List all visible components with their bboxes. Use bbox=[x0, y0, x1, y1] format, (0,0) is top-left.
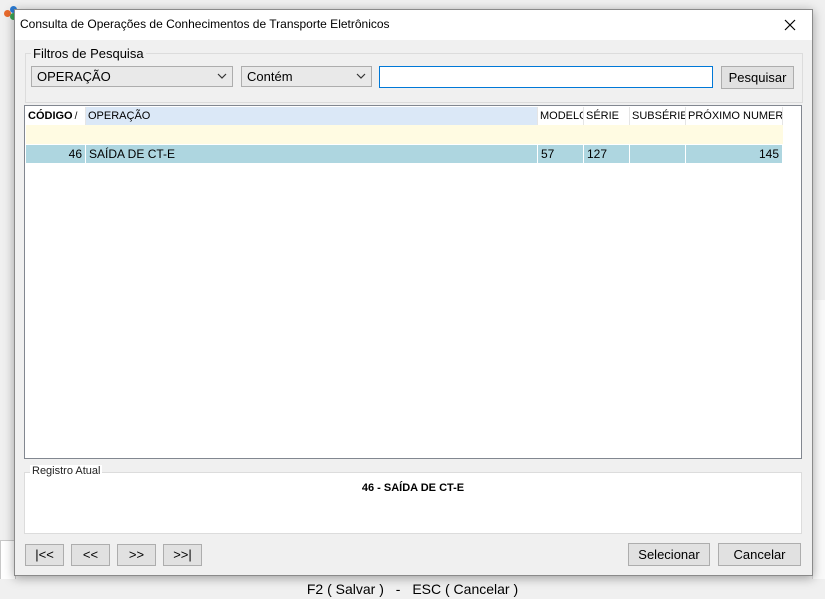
cell-codigo: 46 bbox=[26, 145, 86, 163]
select-button[interactable]: Selecionar bbox=[628, 543, 710, 566]
operations-lookup-dialog: Consulta de Operações de Conhecimentos d… bbox=[14, 9, 813, 576]
table-row[interactable]: 46 SAÍDA DE CT-E 57 127 145 bbox=[26, 145, 783, 163]
cell-modelo: 57 bbox=[538, 145, 584, 163]
footer-separator: - bbox=[395, 581, 401, 597]
cell-proximo-numero: 145 bbox=[686, 145, 783, 163]
grid-header: CÓDIGO / OPERAÇÃO MODELO SÉRIE SUBSÉRIE P… bbox=[26, 107, 783, 125]
next-record-button[interactable]: >> bbox=[117, 544, 156, 566]
dialog-title: Consulta de Operações de Conhecimentos d… bbox=[20, 17, 390, 31]
chevron-down-icon bbox=[217, 73, 227, 79]
cell-operacao: SAÍDA DE CT-E bbox=[86, 145, 538, 163]
cancel-button[interactable]: Cancelar bbox=[718, 543, 801, 566]
column-header-codigo[interactable]: CÓDIGO / bbox=[26, 107, 86, 125]
field-select-value: OPERAÇÃO bbox=[37, 69, 111, 84]
close-button[interactable] bbox=[768, 10, 812, 40]
dialog-titlebar: Consulta de Operações de Conhecimentos d… bbox=[15, 10, 812, 40]
cell-serie: 127 bbox=[584, 145, 630, 163]
condition-select[interactable]: Contém bbox=[241, 66, 372, 87]
search-button[interactable]: Pesquisar bbox=[721, 66, 794, 89]
chevron-down-icon bbox=[356, 73, 366, 79]
search-input[interactable] bbox=[379, 66, 713, 88]
cell-subserie bbox=[630, 145, 686, 163]
operations-grid[interactable]: CÓDIGO / OPERAÇÃO MODELO SÉRIE SUBSÉRIE P… bbox=[24, 105, 802, 459]
save-shortcut-hint: F2 ( Salvar ) bbox=[306, 581, 384, 597]
first-record-button[interactable]: |<< bbox=[25, 544, 64, 566]
column-header-subserie[interactable]: SUBSÉRIE bbox=[630, 107, 686, 125]
column-header-modelo[interactable]: MODELO bbox=[538, 107, 584, 125]
current-record-value: 46 - SAÍDA DE CT-E bbox=[361, 482, 465, 494]
field-select[interactable]: OPERAÇÃO bbox=[31, 66, 233, 87]
cancel-shortcut-hint: ESC ( Cancelar ) bbox=[412, 581, 519, 597]
column-header-proximo-numero[interactable]: PRÓXIMO NUMERO bbox=[686, 107, 783, 125]
last-record-button[interactable]: >>| bbox=[163, 544, 202, 566]
close-icon bbox=[784, 19, 796, 31]
background-panel bbox=[812, 300, 825, 580]
sort-indicator: / bbox=[74, 111, 78, 122]
new-record-row[interactable] bbox=[26, 125, 783, 144]
current-record-legend: Registro Atual bbox=[30, 465, 103, 477]
filters-legend: Filtros de Pesquisa bbox=[31, 46, 146, 61]
condition-select-value: Contém bbox=[247, 69, 293, 84]
column-header-serie[interactable]: SÉRIE bbox=[584, 107, 630, 125]
shortcut-footer: F2 ( Salvar ) - ESC ( Cancelar ) bbox=[0, 579, 825, 599]
column-header-operacao[interactable]: OPERAÇÃO bbox=[86, 107, 538, 125]
previous-record-button[interactable]: << bbox=[71, 544, 110, 566]
